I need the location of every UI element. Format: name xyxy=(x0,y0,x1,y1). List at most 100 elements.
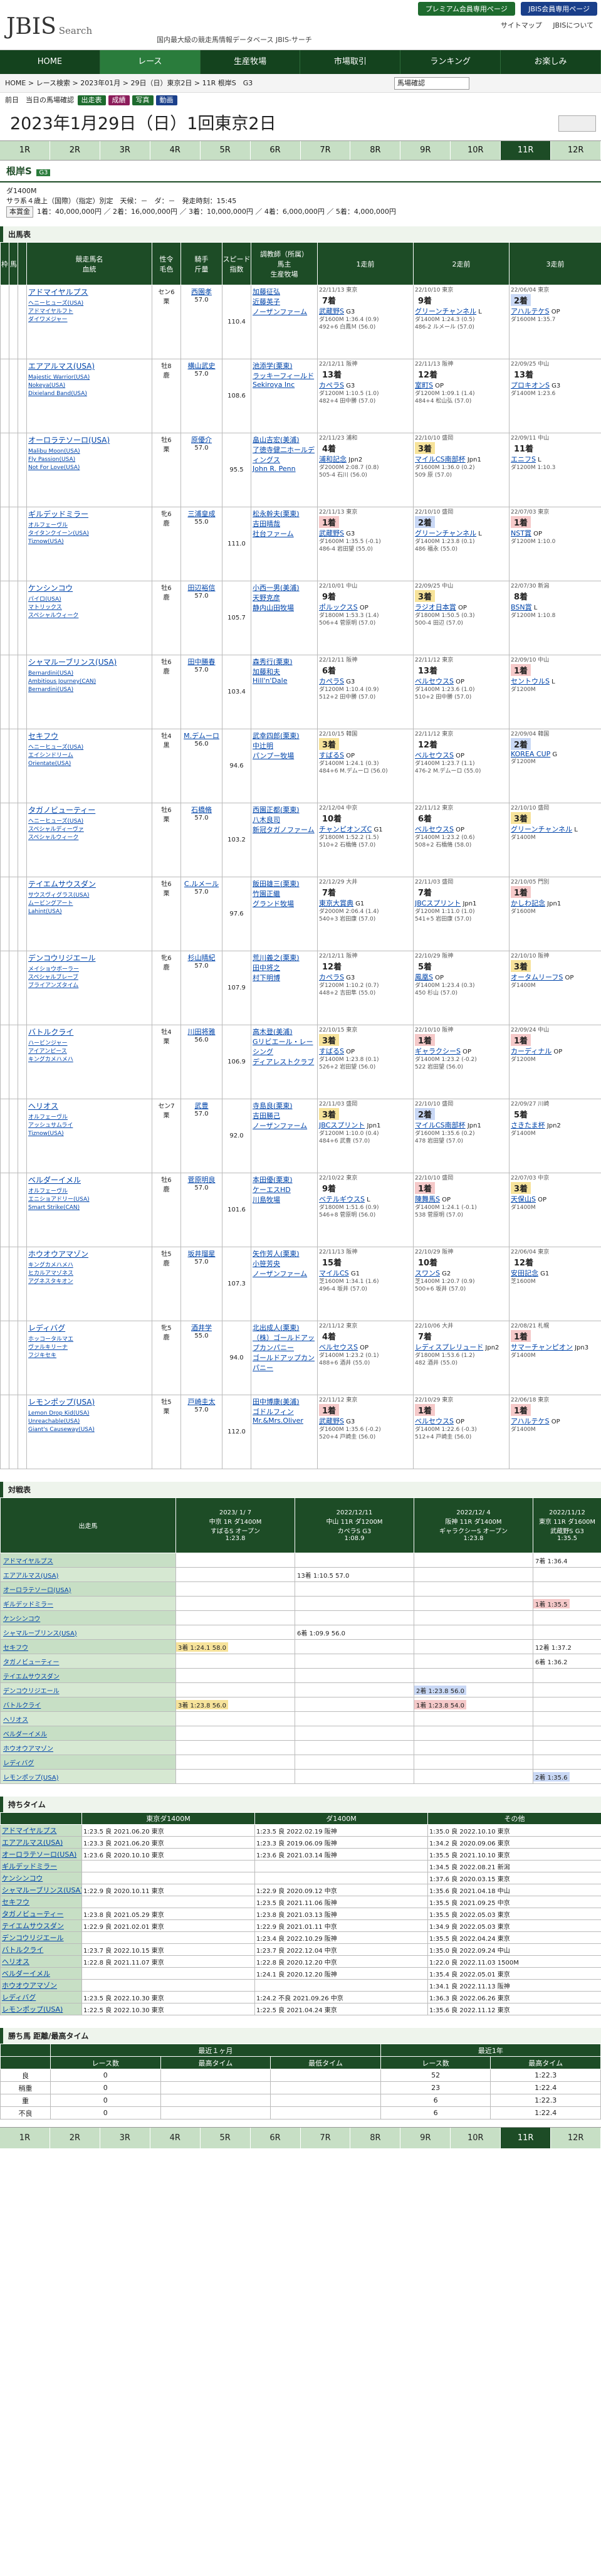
horse-name-link[interactable]: タガノビューティー xyxy=(28,805,150,815)
horse-name-link[interactable]: ホウオウアマゾン xyxy=(28,1248,150,1259)
jockey-link[interactable]: 川田将雅 xyxy=(182,1027,221,1037)
times-horse-link[interactable]: アドマイヤルプス xyxy=(0,1824,82,1837)
times-horse-link[interactable]: ギルデッドミラー xyxy=(0,1860,82,1872)
race-tab[interactable]: 6R xyxy=(251,2128,301,2148)
race-name-link[interactable]: アハルテケS xyxy=(511,1417,550,1425)
site-logo[interactable]: JBIS Search xyxy=(6,14,92,40)
times-horse-link[interactable]: レモンポップ(USA) xyxy=(0,2003,82,2015)
race-tab[interactable]: 4R xyxy=(150,2128,201,2148)
jockey-link[interactable]: C.ルメール xyxy=(182,879,221,889)
horse-name-link[interactable]: レディバグ xyxy=(28,1322,150,1333)
race-tab[interactable]: 7R xyxy=(301,2128,351,2148)
pedigree-dam[interactable]: Fly Passion(USA) xyxy=(28,456,150,464)
member-button[interactable]: JBIS会員専用ページ xyxy=(521,2,597,16)
trainer-owner-link[interactable]: （株）ゴールドアップカンパニー xyxy=(253,1333,316,1353)
horse-name-link[interactable]: テイエムサウスダン xyxy=(28,879,150,889)
pedigree-bms[interactable]: Smart Strike(CAN) xyxy=(28,1204,150,1212)
race-tab[interactable]: 7R xyxy=(301,141,351,160)
race-name-link[interactable]: セントウルS xyxy=(511,677,550,685)
pedigree-sire[interactable]: キングカメハメハ xyxy=(28,1262,150,1270)
matrix-horse-link[interactable]: バトルクライ xyxy=(0,1697,176,1712)
pedigree-dam[interactable]: エイシンドリーム xyxy=(28,752,150,760)
matrix-race-header[interactable]: 2022/12/ 4 阪神 11R ダ1400M ギャラクシーS オープン 1:23.… xyxy=(414,1497,533,1553)
pedigree-bms[interactable]: Not For Love(USA) xyxy=(28,464,150,472)
race-name-link[interactable]: 鳳凰S xyxy=(415,973,433,981)
times-horse-link[interactable]: デンコウリジエール xyxy=(0,1931,82,1944)
breadcrumb-text[interactable]: HOME > レース検索 > 2023年01月 > 29日（日）東京2日 > 1… xyxy=(5,79,253,87)
times-horse-link[interactable]: ヘリオス xyxy=(0,1955,82,1968)
race-name-link[interactable]: マイルCS南部杯 xyxy=(415,1121,466,1129)
horse-name-link[interactable]: レモンポップ(USA) xyxy=(28,1396,150,1407)
race-name-link[interactable]: 陳舞馬S xyxy=(415,1195,440,1203)
pedigree-sire[interactable]: ハービンジャー xyxy=(28,1040,150,1048)
pedigree-bms[interactable]: Orientate(USA) xyxy=(28,760,150,768)
horse-name-link[interactable]: ヘリオス xyxy=(28,1101,150,1111)
race-name-link[interactable]: ラジオ日本賞 xyxy=(415,603,456,611)
pedigree-sire[interactable]: Lemon Drop Kid(USA) xyxy=(28,1410,150,1418)
horse-name-link[interactable]: ケンシンコウ xyxy=(28,583,150,593)
times-horse-link[interactable]: ホウオウアマゾン xyxy=(0,1979,82,1992)
trainer-owner-link[interactable]: ゴールドアップカンパニー xyxy=(253,1353,316,1373)
pedigree-sire[interactable]: オルフェーヴル xyxy=(28,1188,150,1196)
pedigree-dam[interactable]: アドマイヤルフト xyxy=(28,308,150,316)
jockey-link[interactable]: 戸崎圭太 xyxy=(182,1396,221,1407)
matrix-horse-link[interactable]: ヘリオス xyxy=(0,1711,176,1726)
pedigree-bms[interactable]: アグネスタキオン xyxy=(28,1278,150,1286)
horse-name-link[interactable]: ギルデッドミラー xyxy=(28,509,150,519)
trainer-owner-link[interactable]: 加藤征弘 xyxy=(253,287,316,297)
pedigree-dam[interactable]: Ambitious Journey(CAN) xyxy=(28,678,150,686)
matrix-horse-link[interactable]: テイエムサウスダン xyxy=(0,1668,176,1683)
pedigree-dam[interactable]: タイタンクイーン(USA) xyxy=(28,530,150,538)
mark-cell[interactable] xyxy=(18,729,27,803)
pedigree-bms[interactable]: Giant's Causeway(USA) xyxy=(28,1426,150,1434)
race-tab[interactable]: 11R xyxy=(501,141,551,160)
race-name-link[interactable]: カーディナル xyxy=(511,1047,551,1055)
matrix-horse-link[interactable]: シャマルーブリンス(USA) xyxy=(0,1625,176,1640)
subbar-tag[interactable]: 動画 xyxy=(155,95,177,105)
sitemap-link[interactable]: サイトマップ xyxy=(501,21,542,29)
matrix-horse-link[interactable]: セキフウ xyxy=(0,1639,176,1654)
pedigree-sire[interactable]: Malibu Moon(USA) xyxy=(28,448,150,456)
trainer-owner-link[interactable]: Gリビエール・レーシング xyxy=(253,1037,316,1057)
race-name-link[interactable]: アハルテケS xyxy=(511,307,550,315)
nav-item-5[interactable]: お楽しみ xyxy=(501,50,601,74)
race-name-link[interactable]: 武蔵野S xyxy=(319,307,344,315)
race-name-link[interactable]: マイルCS xyxy=(319,1269,349,1277)
race-name-link[interactable]: スワンS xyxy=(415,1269,440,1277)
trainer-owner-link[interactable]: 矢作芳人(栗東) xyxy=(253,1248,316,1259)
race-name-link[interactable]: 天保山S xyxy=(511,1195,536,1203)
race-name-link[interactable]: 武蔵野S xyxy=(319,529,344,537)
pedigree-dam[interactable]: スペシャルディーヴァ xyxy=(28,826,150,834)
jockey-link[interactable]: 原優介 xyxy=(182,435,221,445)
trainer-owner-link[interactable]: 天野克彦 xyxy=(253,593,316,603)
matrix-race-header[interactable]: 2022/11/12 東京 11R ダ1600M 武蔵野S G3 1:35.5 xyxy=(533,1497,601,1553)
trainer-owner-link[interactable]: 吉田晴哉 xyxy=(253,519,316,529)
pedigree-bms[interactable]: スペシャルウィーク xyxy=(28,612,150,620)
jockey-link[interactable]: 石橋脩 xyxy=(182,805,221,815)
race-name-link[interactable]: かしわ記念 xyxy=(511,899,545,907)
mark-cell[interactable] xyxy=(18,359,27,433)
race-name-link[interactable]: JBCスプリント xyxy=(319,1121,365,1129)
race-name-link[interactable]: マイルCS南部杯 xyxy=(415,455,466,463)
pedigree-bms[interactable]: Bernardini(USA) xyxy=(28,686,150,694)
race-tab[interactable]: 2R xyxy=(50,2128,100,2148)
race-name-link[interactable]: ベルセウスS xyxy=(415,751,454,759)
pedigree-sire[interactable]: メイショウボーラー xyxy=(28,966,150,974)
race-name-link[interactable]: KOREA CUP xyxy=(511,750,550,758)
race-name-link[interactable]: 浦和記念 xyxy=(319,455,347,463)
pedigree-dam[interactable]: ヴァルキリーナ xyxy=(28,1344,150,1352)
race-name-link[interactable]: BSN賞 xyxy=(511,603,532,611)
race-name-link[interactable]: カペラS xyxy=(319,677,344,685)
race-name-link[interactable]: サマーチャンピオン xyxy=(511,1343,573,1351)
trainer-owner-link[interactable]: 八木良司 xyxy=(253,815,316,825)
race-name-link[interactable]: ベルセウスS xyxy=(415,825,454,833)
pedigree-sire[interactable]: ヘニーヒューズ(USA) xyxy=(28,300,150,308)
times-horse-link[interactable]: レディバグ xyxy=(0,1991,82,2003)
trainer-owner-link[interactable]: ゴドルフィン xyxy=(253,1407,316,1417)
trainer-owner-link[interactable]: Sekiroya Inc xyxy=(253,381,316,389)
times-horse-link[interactable]: セキフウ xyxy=(0,1896,82,1908)
pedigree-sire[interactable]: ヘニーヒューズ(USA) xyxy=(28,744,150,752)
trainer-owner-link[interactable]: ノーザンファーム xyxy=(253,1121,316,1131)
nav-item-4[interactable]: ランキング xyxy=(400,50,501,74)
race-tab[interactable]: 9R xyxy=(400,141,451,160)
